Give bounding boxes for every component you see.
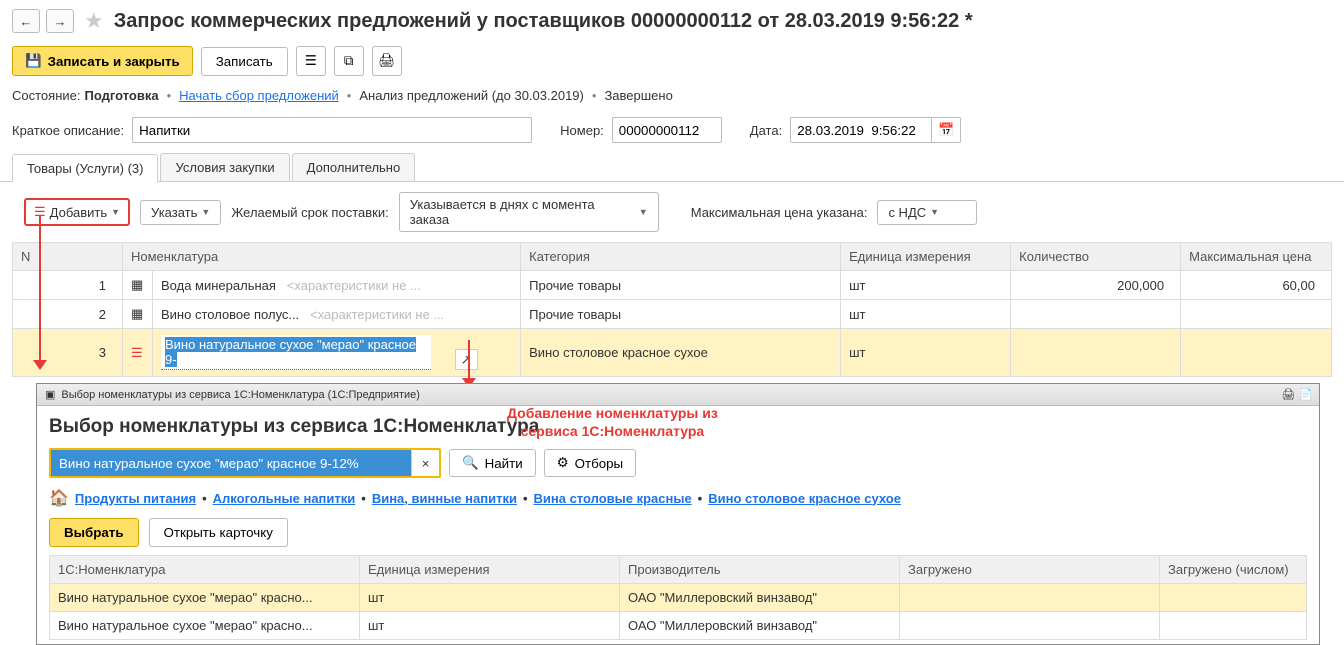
- copy-icon-button[interactable]: ⧉: [334, 46, 364, 76]
- save-and-close-label: Записать и закрыть: [48, 54, 180, 69]
- tab-goods[interactable]: Товары (Услуги) (3): [12, 154, 158, 182]
- page-title: Запрос коммерческих предложений у постав…: [114, 10, 973, 33]
- search-input-wrapper: ×: [49, 448, 441, 478]
- breadcrumb-link[interactable]: Вина, винные напитки: [372, 491, 517, 506]
- open-card-button[interactable]: Открыть карточку: [149, 518, 288, 547]
- dlg-col-unit: Единица измерения: [360, 556, 620, 584]
- chevron-down-icon: ▼: [639, 207, 648, 217]
- doc-icon[interactable]: 📄: [1299, 388, 1313, 401]
- status-label: Состояние:: [12, 88, 80, 103]
- status-stage: Подготовка: [84, 88, 158, 103]
- start-collection-link[interactable]: Начать сбор предложений: [179, 88, 339, 103]
- breadcrumb-link[interactable]: Алкогольные напитки: [213, 491, 356, 506]
- chevron-down-icon: ▼: [930, 207, 939, 217]
- chevron-down-icon: ▼: [111, 207, 120, 217]
- breadcrumb: 🏠 Продукты питания • Алкогольные напитки…: [49, 488, 1307, 508]
- dialog-title-bar[interactable]: ▣ Выбор номенклатуры из сервиса 1С:Номен…: [37, 384, 1319, 406]
- floppy-icon: 💾: [25, 53, 42, 69]
- specify-button[interactable]: Указать ▼: [140, 200, 221, 225]
- favorite-star-icon[interactable]: ★: [84, 8, 104, 34]
- list-icon-button[interactable]: ☰: [296, 46, 326, 76]
- print-icon[interactable]: 🖨: [1281, 388, 1295, 401]
- desc-label: Краткое описание:: [12, 123, 124, 138]
- breadcrumb-link[interactable]: Продукты питания: [75, 491, 196, 506]
- breadcrumb-link[interactable]: Вина столовые красные: [534, 491, 692, 506]
- col-unit: Единица измерения: [841, 243, 1011, 271]
- date-input[interactable]: 📅: [790, 117, 961, 143]
- dialog-window-title: Выбор номенклатуры из сервиса 1С:Номенкл…: [61, 389, 420, 401]
- nomen-editor[interactable]: Вино натуральное сухое "мерао" красное 9…: [161, 335, 431, 370]
- add-label: Добавить: [50, 205, 107, 220]
- delivery-label: Желаемый срок поставки:: [231, 205, 388, 220]
- col-n: N: [13, 243, 123, 271]
- result-row-selected[interactable]: Вино натуральное сухое "мерао" красно...…: [50, 584, 1307, 612]
- dlg-col-loaded: Загружено: [900, 556, 1160, 584]
- tab-terms[interactable]: Условия закупки: [160, 153, 289, 181]
- number-input[interactable]: [612, 117, 722, 143]
- nav-forward-button[interactable]: →: [46, 9, 74, 33]
- annotation-arrow: [39, 215, 41, 367]
- goods-table: N Номенклатура Категория Единица измерен…: [12, 242, 1332, 377]
- print-icon-button[interactable]: 🖨: [372, 46, 402, 76]
- specify-label: Указать: [151, 205, 197, 220]
- date-label: Дата:: [750, 123, 782, 138]
- dlg-col-manuf: Производитель: [620, 556, 900, 584]
- dlg-col-nomen: 1С:Номенклатура: [50, 556, 360, 584]
- maxprice-label: Максимальная цена указана:: [691, 205, 868, 220]
- home-icon[interactable]: 🏠: [49, 488, 69, 508]
- col-nomen: Номенклатура: [123, 243, 521, 271]
- status-done: Завершено: [604, 88, 672, 103]
- search-input[interactable]: [51, 450, 411, 476]
- table-row[interactable]: 2 ▦ Вино столовое полус... <характеристи…: [13, 300, 1332, 329]
- date-field[interactable]: [791, 119, 931, 142]
- col-cat: Категория: [521, 243, 841, 271]
- desc-input[interactable]: [132, 117, 532, 143]
- save-and-close-button[interactable]: 💾 Записать и закрыть: [12, 46, 193, 76]
- results-table: 1С:Номенклатура Единица измерения Произв…: [49, 555, 1307, 640]
- annotation-arrow: [468, 340, 470, 382]
- status-analysis: Анализ предложений (до 30.03.2019): [359, 88, 584, 103]
- chevron-down-icon: ▼: [201, 207, 210, 217]
- table-row[interactable]: 1 ▦ Вода минеральная <характеристики не …: [13, 271, 1332, 300]
- find-button[interactable]: 🔍 Найти: [449, 449, 536, 477]
- card-icon: ▦: [131, 306, 143, 321]
- open-card-icon[interactable]: ↗: [455, 349, 478, 370]
- search-icon: 🔍: [462, 455, 479, 471]
- col-maxprice: Максимальная цена: [1181, 243, 1332, 271]
- annotation-label: Добавление номенклатуры из сервиса 1С:Но…: [507, 404, 718, 440]
- col-qty: Количество: [1011, 243, 1181, 271]
- result-row[interactable]: Вино натуральное сухое "мерао" красно...…: [50, 612, 1307, 640]
- maxprice-select[interactable]: с НДС ▼: [877, 200, 977, 225]
- calendar-icon[interactable]: 📅: [931, 118, 960, 142]
- filters-button[interactable]: ⚙ Отборы: [544, 449, 636, 477]
- dlg-col-loaded-num: Загружено (числом): [1160, 556, 1307, 584]
- list-icon: ☰: [131, 345, 143, 360]
- tab-extra[interactable]: Дополнительно: [292, 153, 416, 181]
- nav-back-button[interactable]: ←: [12, 9, 40, 33]
- card-icon: ▦: [131, 277, 143, 292]
- filter-icon: ⚙: [557, 455, 569, 471]
- arrow-down-icon: [33, 360, 47, 370]
- number-label: Номер:: [560, 123, 604, 138]
- table-row-selected[interactable]: 3 ☰ Вино натуральное сухое "мерао" красн…: [13, 329, 1332, 377]
- app-icon: ▣: [45, 388, 55, 401]
- clear-search-button[interactable]: ×: [411, 450, 439, 476]
- filters-label: Отборы: [575, 456, 624, 471]
- select-button[interactable]: Выбрать: [49, 518, 139, 547]
- delivery-select[interactable]: Указывается в днях с момента заказа ▼: [399, 192, 659, 232]
- delivery-value: Указывается в днях с момента заказа: [410, 197, 635, 227]
- save-button[interactable]: Записать: [201, 47, 288, 76]
- nomenclature-picker-dialog: ▣ Выбор номенклатуры из сервиса 1С:Номен…: [36, 383, 1320, 645]
- maxprice-value: с НДС: [888, 205, 926, 220]
- breadcrumb-link[interactable]: Вино столовое красное сухое: [708, 491, 901, 506]
- find-label: Найти: [485, 456, 523, 471]
